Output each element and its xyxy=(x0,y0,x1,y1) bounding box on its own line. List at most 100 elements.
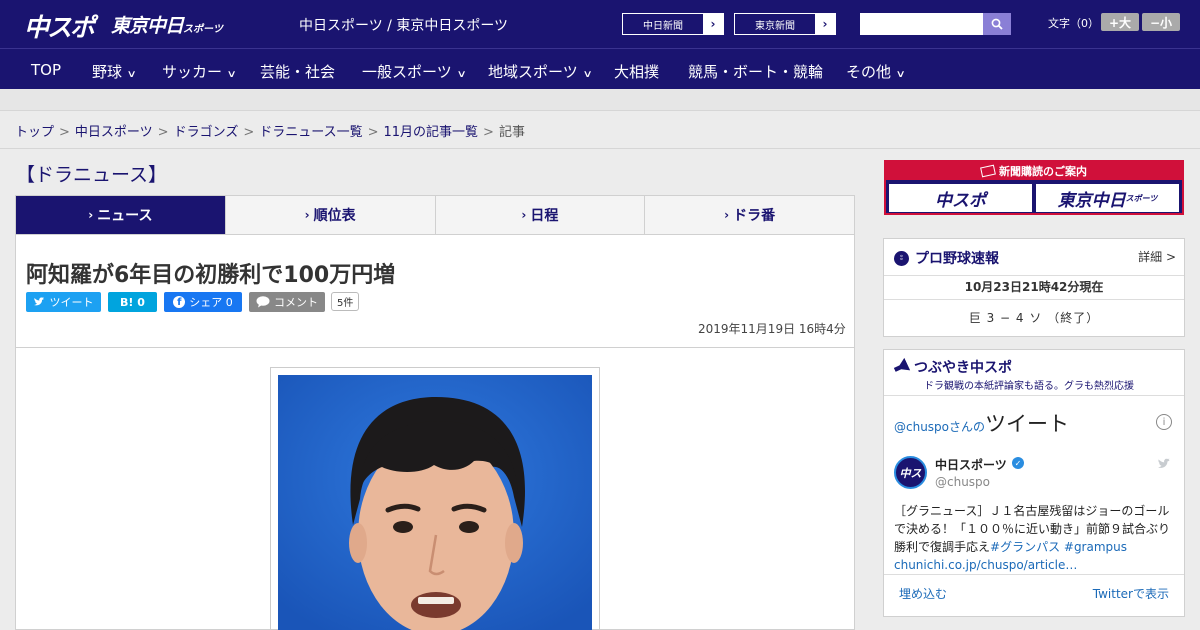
section-title: 【ドラニュース】 xyxy=(16,164,168,186)
megaphone-icon xyxy=(892,358,911,377)
tokyo-chunichi-logo[interactable]: 東京中日スポーツ xyxy=(111,11,223,38)
font-size-label: 文字（0） xyxy=(1048,17,1099,30)
tweets-header: つぶやき中スポ ドラ観戦の本紙評論家も語る。グラも熱烈応援 xyxy=(884,350,1184,395)
tweets-widget: つぶやき中スポ ドラ観戦の本紙評論家も語る。グラも熱烈応援 @chuspoさんの… xyxy=(883,349,1185,617)
breadcrumb-link-dragons[interactable]: ドラゴンズ xyxy=(174,125,239,140)
nav-label: TOP xyxy=(31,61,62,79)
article-photo[interactable] xyxy=(278,375,592,630)
tweet-author-name[interactable]: 中日スポーツ xyxy=(935,456,1007,473)
search-input[interactable] xyxy=(860,13,983,35)
chunichi-shimbun-label: 中日新聞 xyxy=(643,20,683,32)
facebook-icon: f xyxy=(173,296,186,308)
timeline-heading-big: ツイート xyxy=(985,412,1070,436)
subscription-banner[interactable]: 新聞購読のご案内 中スポ 東京中日 スポーツ xyxy=(884,160,1184,215)
section-tabs: › ニュース › 順位表 › 日程 › ドラ番 xyxy=(15,195,855,241)
speech-bubble-icon xyxy=(256,296,270,308)
nav-local-sports[interactable]: 地域スポーツ ∨ xyxy=(488,61,593,82)
embed-link[interactable]: 埋め込む xyxy=(899,585,947,602)
nav-sumo[interactable]: 大相撲 xyxy=(614,61,659,82)
nav-label: 野球 xyxy=(92,63,123,81)
main-nav: TOP 野球 ∨ サッカー ∨ 芸能・社会 一般スポーツ ∨ 地域スポーツ ∨ 大相撲 … xyxy=(0,48,1200,89)
breadcrumb-bar: トップ > 中日スポーツ > ドラゴンズ > ドラニュース一覧 >11月の記事一覧 > 記事 xyxy=(0,111,1200,149)
comment-button[interactable]: コメント xyxy=(249,292,325,312)
nav-entertainment[interactable]: 芸能・社会 xyxy=(260,61,335,82)
tab-label: ドラ番 xyxy=(733,208,776,224)
timeline-heading-prefix: @chuspoさんの xyxy=(894,420,986,434)
twitter-bird-icon xyxy=(33,297,44,306)
pro-baseball-title: プロ野球速報 xyxy=(915,251,999,267)
nav-label: 競馬・ボート・競輪 xyxy=(688,63,824,81)
nav-label: 芸能・社会 xyxy=(260,63,336,81)
tweet-button[interactable]: ツイート xyxy=(26,292,101,312)
verified-badge-icon: ✓ xyxy=(1012,457,1024,469)
view-on-twitter-link[interactable]: Twitterで表示 xyxy=(1093,585,1169,602)
article-divider xyxy=(16,347,854,348)
avatar[interactable]: 中ス xyxy=(894,456,927,489)
newspaper-icon xyxy=(980,164,996,178)
chevron-down-icon: ∨ xyxy=(582,69,593,80)
tokyo-logo-small: スポーツ xyxy=(183,24,223,35)
nav-label: その他 xyxy=(846,63,892,81)
tweet-link[interactable]: chunichi.co.jp/chuspo/article… xyxy=(894,558,1077,572)
tokyo-shimbun-label: 東京新聞 xyxy=(755,20,795,32)
tab-news[interactable]: › ニュース xyxy=(16,196,226,241)
tab-label: ニュース xyxy=(97,208,153,224)
twitter-bird-icon xyxy=(1158,458,1172,473)
nav-top[interactable]: TOP xyxy=(31,61,61,79)
font-size-increase-button[interactable]: +大 xyxy=(1101,13,1139,31)
tokyo-shimbun-button[interactable]: 東京新聞 › xyxy=(734,13,836,35)
search-icon xyxy=(991,18,1003,30)
subscribe-chuspo-logo[interactable]: 中スポ xyxy=(889,184,1032,212)
chevron-down-icon: ∨ xyxy=(895,69,906,80)
nav-racing[interactable]: 競馬・ボート・競輪 xyxy=(688,61,823,82)
breadcrumb-separator: > xyxy=(59,125,70,140)
tokyo-logo-text: 東京中日 xyxy=(111,15,184,37)
timeline-heading[interactable]: @chuspoさんのツイート xyxy=(894,408,1069,438)
article-date: 2019年11月19日 16時4分 xyxy=(698,322,846,336)
nav-label: サッカー xyxy=(162,63,223,81)
chevron-down-icon: ∨ xyxy=(226,69,237,80)
pro-baseball-header: ⦂ プロ野球速報 xyxy=(894,248,999,268)
chevron-right-icon: › xyxy=(724,208,730,222)
tab-dora-ban[interactable]: › ドラ番 xyxy=(645,196,854,234)
font-size-decrease-button[interactable]: −小 xyxy=(1142,13,1180,31)
breadcrumb-link-november-list[interactable]: 11月の記事一覧 xyxy=(384,125,479,140)
hatena-bookmark-button[interactable]: B! 0 xyxy=(108,292,157,312)
chunichi-shimbun-button[interactable]: 中日新聞 › xyxy=(622,13,724,35)
tab-standings[interactable]: › 順位表 xyxy=(226,196,436,234)
pro-baseball-score[interactable]: 巨 3 − 4 ソ （終了） xyxy=(884,299,1184,335)
search-button[interactable] xyxy=(983,13,1011,35)
breadcrumb-separator: > xyxy=(243,125,255,140)
chevron-right-icon: › xyxy=(521,208,527,222)
subscribe-tokyo-chunichi-logo[interactable]: 東京中日 スポーツ xyxy=(1036,184,1179,212)
tweet-label: ツイート xyxy=(49,296,94,309)
nav-baseball[interactable]: 野球 ∨ xyxy=(92,61,137,82)
info-icon[interactable]: i xyxy=(1156,414,1172,430)
tweet-author-handle[interactable]: @chuspo xyxy=(935,475,990,489)
chevron-right-icon: › xyxy=(88,208,94,222)
site-link[interactable]: 中日スポーツ / 東京中日スポーツ xyxy=(299,15,508,35)
facebook-share-button[interactable]: f シェア 0 xyxy=(164,292,242,312)
tweets-subtitle: ドラ観戦の本紙評論家も語る。グラも熱烈応援 xyxy=(924,381,1134,392)
nav-soccer[interactable]: サッカー ∨ xyxy=(162,61,237,82)
tweet-hashtags[interactable]: #グランパス #grampus xyxy=(990,540,1127,554)
tweets-title: つぶやき中スポ xyxy=(914,360,1012,376)
subscribe-tokyo-logo-small: スポーツ xyxy=(1125,193,1158,203)
facebook-share-label: シェア 0 xyxy=(189,296,233,309)
timeline-footer: 埋め込む Twitterで表示 xyxy=(884,574,1184,610)
chuspo-logo[interactable]: 中スポ xyxy=(24,8,95,44)
chevron-down-icon: ∨ xyxy=(456,69,467,80)
breadcrumb-link-chunichi-sports[interactable]: 中日スポーツ xyxy=(75,125,153,140)
breadcrumb-link-top[interactable]: トップ xyxy=(15,125,54,140)
breadcrumb-separator: > xyxy=(483,125,494,140)
tweet-text: ［グラニュース］Ｊ１名古屋残留はジョーのゴールで決める！「１００％に近い動き」前… xyxy=(894,502,1176,574)
nav-general-sports[interactable]: 一般スポーツ ∨ xyxy=(362,61,467,82)
tab-schedule[interactable]: › 日程 xyxy=(436,196,646,234)
breadcrumb-link-dora-news-list[interactable]: ドラニュース一覧 xyxy=(259,125,362,140)
breadcrumb-current: 記事 xyxy=(498,125,525,140)
nav-other[interactable]: その他 ∨ xyxy=(846,61,906,82)
pro-baseball-widget: ⦂ プロ野球速報 詳細 > 10月23日21時42分現在 巨 3 − 4 ソ （… xyxy=(883,238,1185,337)
subscription-banner-title: 新聞購読のご案内 xyxy=(886,162,1182,180)
nav-label: 地域スポーツ xyxy=(488,63,578,81)
pro-baseball-detail-link[interactable]: 詳細 > xyxy=(1138,248,1176,265)
